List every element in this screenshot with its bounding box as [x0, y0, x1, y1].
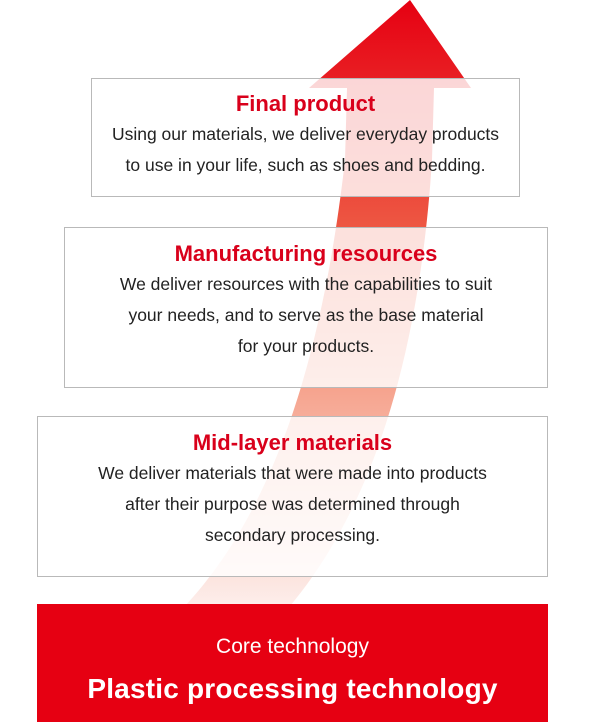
manufacturing-resources-line: your needs, and to serve as the base mat… [128, 305, 484, 325]
mid-layer-materials-box: Mid-layer materials We deliver materials… [37, 416, 548, 577]
mid-layer-materials-title: Mid-layer materials [192, 430, 393, 455]
manufacturing-resources-line: for your products. [237, 336, 375, 356]
final-product-description: Using our materials, we deliver everyday… [92, 119, 519, 181]
final-product-box: Final product Using our materials, we de… [91, 78, 520, 197]
core-technology-banner: Core technology Plastic processing techn… [37, 604, 548, 722]
final-product-line: Using our materials, we deliver everyday… [111, 124, 500, 144]
mid-layer-materials-line: secondary processing. [204, 525, 381, 545]
manufacturing-resources-description: We deliver resources with the capabiliti… [65, 269, 547, 362]
mid-layer-materials-line: We deliver materials that were made into… [98, 463, 487, 483]
mid-layer-materials-line: after their purpose was determined throu… [125, 494, 460, 514]
core-technology-subtitle: Core technology [216, 635, 369, 658]
final-product-title: Final product [235, 91, 376, 116]
manufacturing-resources-line: We deliver resources with the capabiliti… [119, 274, 493, 294]
manufacturing-resources-title: Manufacturing resources [174, 241, 438, 266]
final-product-line: to use in your life, such as shoes and b… [125, 155, 486, 175]
mid-layer-materials-description: We deliver materials that were made into… [38, 458, 547, 551]
core-technology-title: Plastic processing technology [87, 673, 498, 704]
manufacturing-resources-box: Manufacturing resources We deliver resou… [64, 227, 548, 388]
